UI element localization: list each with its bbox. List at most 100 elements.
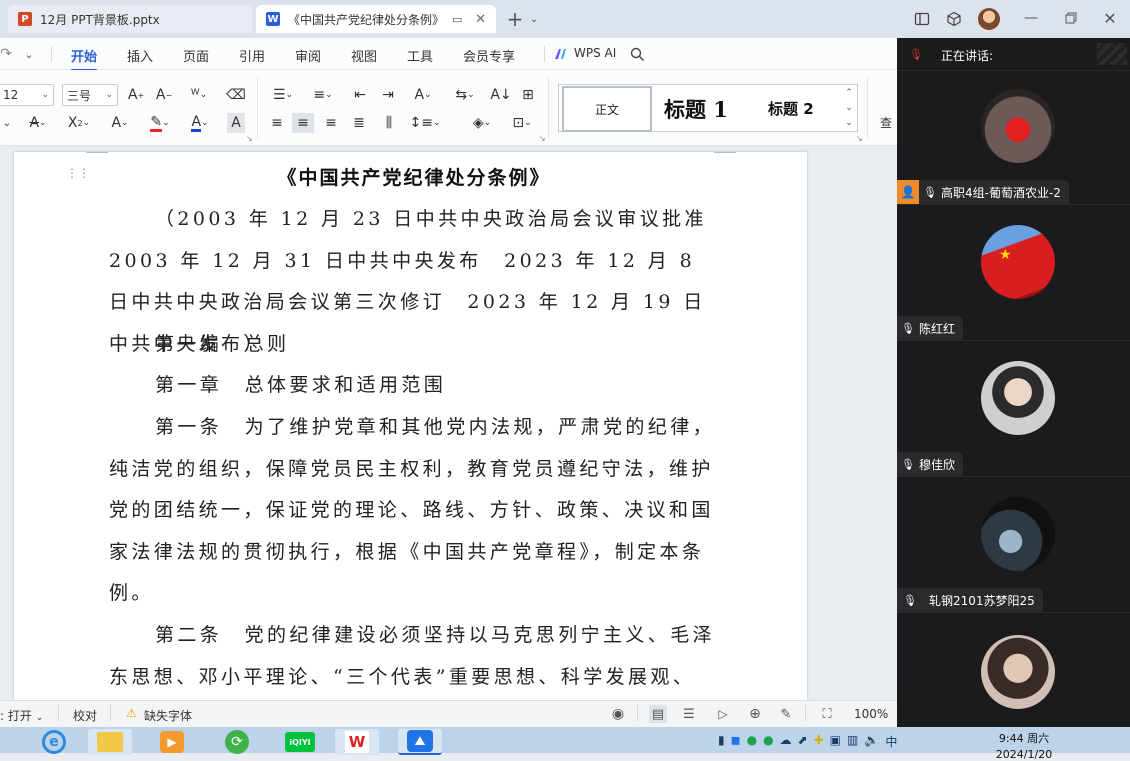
style-normal[interactable]: 正文 <box>562 86 652 132</box>
dialog-launcher-icon[interactable]: ↘ <box>856 134 863 143</box>
menu-member[interactable]: 会员专享 <box>463 46 515 65</box>
ime-icon[interactable]: 中 <box>885 733 897 750</box>
meeting-app-icon[interactable]: ⛰ <box>398 729 442 755</box>
chevron-down-icon[interactable]: ⌄ <box>0 113 14 133</box>
menu-page[interactable]: 页面 <box>183 46 209 65</box>
bullet-list-icon[interactable]: ☰ ⌄ <box>268 85 298 105</box>
chevron-down-icon[interactable]: ⌄ <box>22 46 36 62</box>
participant-tile[interactable] <box>897 615 1130 727</box>
missing-font-button[interactable]: 缺失字体 <box>144 707 192 724</box>
text-effect-icon[interactable]: A ⌄ <box>106 113 134 133</box>
plus-tray-icon[interactable]: ✚ <box>814 733 824 750</box>
page-view-icon[interactable]: ▤ <box>649 705 667 723</box>
dialog-launcher-icon[interactable]: ↘ <box>539 134 546 143</box>
new-tab-icon[interactable]: + <box>505 7 525 31</box>
wps-office-icon[interactable]: W <box>335 729 379 755</box>
menu-review[interactable]: 审阅 <box>295 46 321 65</box>
chevron-down-icon[interactable]: ⌄ <box>528 11 540 27</box>
arrow-tray-icon[interactable]: ⬈ <box>798 733 808 750</box>
menu-view[interactable]: 视图 <box>351 46 377 65</box>
clock[interactable]: 9:44 周六 2024/1/20 <box>994 730 1054 761</box>
strikethrough-icon[interactable]: A ⌄ <box>24 113 52 133</box>
refresh-app-icon[interactable]: ⟳ <box>215 729 259 755</box>
meeting-tray-icon[interactable]: ◼ <box>731 733 741 750</box>
screen-icon[interactable]: ▭ <box>452 13 462 26</box>
align-center-icon[interactable]: ≡ <box>292 113 314 133</box>
distributed-align-icon[interactable]: ⫼ <box>378 113 400 133</box>
find-button[interactable]: 查 <box>880 114 892 131</box>
menu-home[interactable]: 开始 <box>71 46 98 71</box>
outline-view-icon[interactable]: ☰ <box>680 705 698 723</box>
line-spacing-icon[interactable]: ↕≡ ⌄ <box>408 113 442 133</box>
play-icon[interactable]: ▷ <box>714 705 732 723</box>
menu-insert[interactable]: 插入 <box>127 46 153 65</box>
document-page[interactable]: ⋮⋮ 《中国共产党纪律处分条例》 （2003 年 12 月 23 日中共中央政治… <box>14 152 807 700</box>
wechat-icon[interactable]: ● <box>763 733 773 750</box>
media-player-icon[interactable]: ▶ <box>150 729 194 755</box>
chevron-up-icon[interactable]: ⌃ <box>845 88 853 98</box>
participant-tile[interactable]: 🎙 轧钢2101苏梦阳25 <box>897 479 1130 613</box>
expand-icon[interactable]: ⌄ <box>845 118 853 128</box>
style-scroll[interactable]: ⌃ ⌄ ⌄ <box>843 88 855 128</box>
close-tab-icon[interactable]: ✕ <box>475 12 486 27</box>
minimize-icon[interactable]: — <box>1021 9 1041 27</box>
shading-icon[interactable]: ◈ ⌄ <box>466 113 498 133</box>
restore-icon[interactable] <box>1061 9 1081 27</box>
menu-tools[interactable]: 工具 <box>407 46 433 65</box>
text-direction-icon[interactable]: A ⌄ <box>406 85 440 105</box>
font-size-cn-select[interactable]: 三号 ⌄ <box>62 84 118 106</box>
decrease-indent-icon[interactable]: ⇤ <box>350 85 370 105</box>
usb-icon[interactable]: ▮ <box>718 733 725 750</box>
increase-indent-icon[interactable]: ⇥ <box>378 85 398 105</box>
status-open[interactable]: : 打开 ⌄ <box>0 707 43 724</box>
superscript-icon[interactable]: X 2 ⌄ <box>64 113 94 133</box>
shrink-font-icon[interactable]: A − <box>155 85 173 105</box>
tab-ppt[interactable]: P 12月 PPT背景板.pptx <box>8 5 252 33</box>
participant-tile[interactable]: ★ 🎙 陈红红 <box>897 207 1130 341</box>
numbered-list-icon[interactable]: ≡ ⌄ <box>308 85 338 105</box>
network-icon[interactable]: ▥ <box>847 733 858 750</box>
chinese-layout-icon[interactable]: A↓ <box>490 85 512 105</box>
file-explorer-icon[interactable] <box>88 729 132 755</box>
close-window-icon[interactable]: ✕ <box>1100 9 1120 28</box>
menu-reference[interactable]: 引用 <box>239 46 265 65</box>
eraser-icon[interactable]: ⌫ <box>226 85 246 105</box>
font-size-select[interactable]: 12 ⌄ <box>0 84 54 106</box>
participant-tile[interactable]: 🎙 穆佳欣 <box>897 343 1130 477</box>
border-icon[interactable]: ⊡ ⌄ <box>506 113 538 133</box>
justify-icon[interactable]: ≣ <box>350 113 368 133</box>
display-icon[interactable]: ▣ <box>830 733 841 750</box>
drag-handle-icon[interactable]: ⋮⋮ <box>66 167 90 186</box>
char-shading-icon[interactable]: A <box>227 113 245 133</box>
highlight-icon[interactable]: ✎ ⌄ <box>144 113 176 133</box>
document-area[interactable]: ⋮⋮ 《中国共产党纪律处分条例》 （2003 年 12 月 23 日中共中央政治… <box>0 146 897 700</box>
menu-wps-ai[interactable]: WPS AI <box>574 46 616 60</box>
zoom-level[interactable]: 100% <box>854 707 888 721</box>
style-heading2[interactable]: 标题 2 <box>768 98 814 119</box>
cloud-icon[interactable]: ☁ <box>780 733 792 750</box>
participant-tile[interactable]: 👤 🎙 高职4组-葡萄酒农业-2 <box>897 71 1130 205</box>
pen-icon[interactable]: ✎ <box>777 705 795 723</box>
phonetic-guide-icon[interactable]: ᵂ ⌄ <box>184 85 214 105</box>
font-color-icon[interactable]: A ⌄ <box>184 113 216 133</box>
grow-font-icon[interactable]: A + <box>127 85 145 105</box>
web-view-icon[interactable]: ⊕ <box>746 705 764 723</box>
cube-icon[interactable] <box>945 10 963 28</box>
user-avatar[interactable] <box>978 8 1000 30</box>
align-left-icon[interactable]: ≡ <box>268 113 286 133</box>
dialog-launcher-icon[interactable]: ↘ <box>246 134 253 143</box>
fit-page-icon[interactable]: ⛶ <box>818 705 836 723</box>
align-right-icon[interactable]: ≡ <box>322 113 340 133</box>
app-tray-icon[interactable]: ● <box>747 733 757 750</box>
eye-icon[interactable]: ◉ <box>609 705 627 723</box>
volume-icon[interactable]: 🔈 <box>864 733 879 750</box>
undo-icon[interactable]: ↷ <box>0 46 12 62</box>
sidebar-toggle-icon[interactable] <box>913 10 931 28</box>
chevron-down-icon[interactable]: ⌄ <box>845 103 853 113</box>
ie-icon[interactable]: e <box>32 729 76 755</box>
sort-icon[interactable]: ⇆ ⌄ <box>450 85 480 105</box>
search-icon[interactable] <box>628 45 646 63</box>
table-tool-icon[interactable]: ⊞ <box>518 85 538 105</box>
tab-document[interactable]: W 《中国共产党纪律处分条例》 ▭ ✕ <box>256 5 496 33</box>
proofread-button[interactable]: 校对 <box>73 707 97 724</box>
